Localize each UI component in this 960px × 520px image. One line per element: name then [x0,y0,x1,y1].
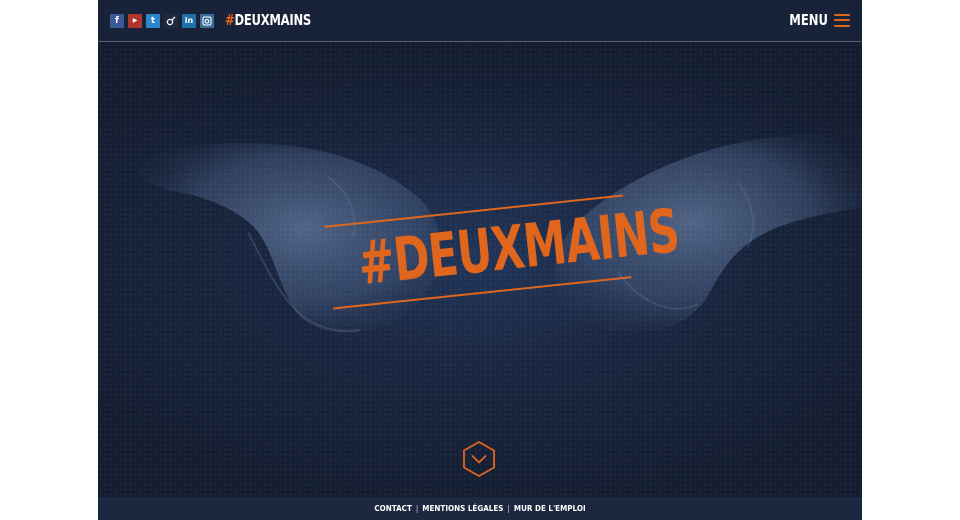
linkedin-icon[interactable]: in [182,14,196,28]
instagram-glyph [202,16,212,26]
footer: CONTACT | MENTIONS LÉGALES | MUR DE L'EM… [98,497,862,520]
social-links: f ▶ t in [110,14,214,28]
viadeo-glyph [166,16,176,26]
footer-link-legal[interactable]: MENTIONS LÉGALES [422,504,503,513]
top-navigation-bar: f ▶ t in #DEUXMAINS MENU [98,0,862,42]
brand-name: DEUXMAINS [234,11,312,29]
chevron-down-icon[interactable] [462,440,496,478]
youtube-icon[interactable]: ▶ [128,14,142,28]
hero-section: #DEUXMAINS [98,42,862,497]
twitter-glyph: t [150,15,156,26]
footer-separator: | [507,504,510,513]
facebook-glyph: f [115,15,119,26]
footer-link-contact[interactable]: CONTACT [374,504,411,513]
youtube-glyph: ▶ [132,17,138,24]
brand-hash: # [225,11,235,29]
facebook-icon[interactable]: f [110,14,124,28]
hamburger-icon [834,13,850,27]
menu-button[interactable]: MENU [783,11,850,29]
viadeo-icon[interactable] [164,14,178,28]
page-frame: f ▶ t in #DEUXMAINS MENU #DEUXMAINS CONT… [98,0,862,520]
footer-link-jobs[interactable]: MUR DE L'EMPLOI [514,504,586,513]
linkedin-glyph: in [184,16,194,25]
instagram-icon[interactable] [200,14,214,28]
brand-logo-link[interactable]: #DEUXMAINS [225,11,311,29]
menu-label: MENU [789,11,828,29]
footer-separator: | [415,504,419,513]
twitter-icon[interactable]: t [146,14,160,28]
